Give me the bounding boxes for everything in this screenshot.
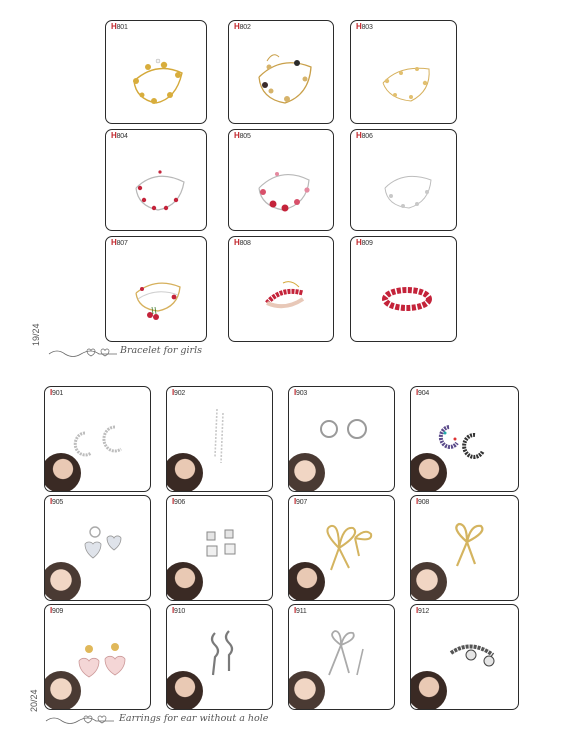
heart-flourish-icon xyxy=(45,715,114,724)
product-card-i909[interactable]: I909 xyxy=(44,604,151,710)
product-card-i904[interactable]: I904 xyxy=(410,386,519,492)
product-card-h808[interactable]: H808 xyxy=(228,236,334,342)
red-bead-gold-bracelet-image xyxy=(265,281,305,309)
model-photo xyxy=(45,453,81,491)
product-card-h803[interactable]: H803 xyxy=(350,20,457,124)
product-card-i910[interactable]: I910 xyxy=(166,604,273,710)
silver-bracelet-image xyxy=(384,175,432,209)
gold-bracelet-image xyxy=(133,58,183,104)
model-photo xyxy=(411,453,447,491)
product-card-h804[interactable]: H804 xyxy=(105,129,207,231)
model-photo xyxy=(45,671,81,709)
product-card-h802[interactable]: H802 xyxy=(228,20,334,124)
product-card-i902[interactable]: I902 xyxy=(166,386,273,492)
red-bead-bracelet-image xyxy=(382,287,432,311)
product-card-i912[interactable]: I912 xyxy=(410,604,519,710)
gold-heart-bracelet-image xyxy=(382,67,430,102)
product-card-i903[interactable]: I903 xyxy=(288,386,395,492)
model-photo xyxy=(167,671,203,709)
product-card-h809[interactable]: H809 xyxy=(350,236,457,342)
gold-black-bracelet-image xyxy=(258,54,312,104)
red-charm-bracelet-image xyxy=(135,170,185,211)
page-number: 19/24 xyxy=(31,323,41,346)
section-title: Earrings for ear without a hole xyxy=(119,713,269,724)
product-card-i906[interactable]: I906 xyxy=(166,495,273,601)
heart-flourish-icon xyxy=(48,348,117,357)
product-card-i907[interactable]: I907 xyxy=(288,495,395,601)
product-card-h806[interactable]: H806 xyxy=(350,129,457,231)
product-card-i905[interactable]: I905 xyxy=(44,495,151,601)
product-card-h807[interactable]: H807 xyxy=(105,236,207,342)
page-number: 20/24 xyxy=(29,689,39,712)
section-title: Bracelet for girls xyxy=(120,345,202,356)
model-photo xyxy=(289,453,325,491)
model-photo xyxy=(289,562,325,600)
product-card-i908[interactable]: I908 xyxy=(410,495,519,601)
product-card-i911[interactable]: I911 xyxy=(288,604,395,710)
pink-charm-bracelet-image xyxy=(258,172,310,212)
product-card-h801[interactable]: H801 xyxy=(105,20,207,124)
model-photo xyxy=(167,453,203,491)
product-card-i901[interactable]: I901 xyxy=(44,386,151,492)
cherry-bracelet-image xyxy=(135,282,181,320)
model-photo xyxy=(289,671,325,709)
model-photo xyxy=(45,562,81,600)
model-photo xyxy=(411,671,447,709)
model-photo xyxy=(167,562,203,600)
product-card-h805[interactable]: H805 xyxy=(228,129,334,231)
model-photo xyxy=(411,562,447,600)
